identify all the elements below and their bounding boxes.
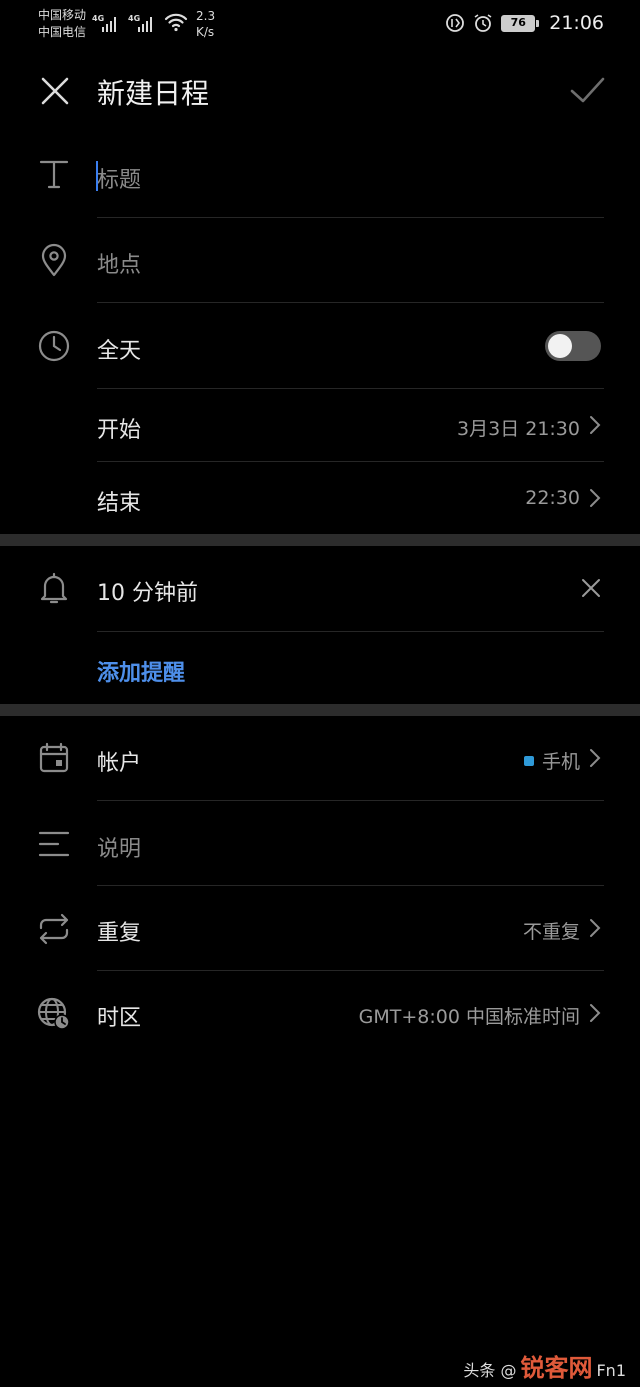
- status-time: 21:06: [549, 12, 604, 34]
- chevron-right-icon: [590, 1004, 601, 1022]
- account-color-dot: [523, 755, 534, 766]
- chevron-right-icon: [590, 749, 601, 767]
- location-input[interactable]: 地点: [97, 247, 141, 279]
- bell-icon: [40, 572, 68, 604]
- carrier-1: 中国移动: [38, 8, 87, 22]
- end-value: 22:30: [525, 487, 580, 509]
- section-separator: [0, 704, 640, 716]
- account-label: 帐户: [97, 751, 142, 776]
- description-lines-icon: [38, 831, 70, 857]
- carrier-2: 中国电信: [38, 25, 87, 39]
- start-value: 3月3日 21:30: [457, 418, 580, 440]
- data-saver-icon: [446, 14, 465, 32]
- end-label: 结束: [97, 491, 142, 516]
- account-value: 手机: [523, 747, 580, 774]
- status-bar: 中国移动 中国电信 4G 4G 2.3 K/s 76 21:06: [38, 7, 604, 41]
- add-reminder-row[interactable]: 添加提醒: [0, 632, 640, 704]
- account-row[interactable]: 帐户 手机: [0, 716, 640, 801]
- app-header: 新建日程: [0, 52, 640, 132]
- alarm-icon: [474, 14, 492, 32]
- close-icon[interactable]: [36, 72, 74, 110]
- location-row[interactable]: 地点: [0, 218, 640, 303]
- wifi-icon: [164, 13, 188, 32]
- network-speed: 2.3 K/s: [196, 9, 216, 39]
- description-row[interactable]: 说明: [0, 801, 640, 886]
- end-time-row[interactable]: 结束 22:30: [0, 462, 640, 534]
- repeat-value: 不重复: [522, 921, 580, 943]
- start-time-row[interactable]: 开始 3月3日 21:30: [0, 389, 640, 461]
- clock-icon: [38, 330, 70, 362]
- repeat-label: 重复: [97, 921, 142, 946]
- timezone-label: 时区: [97, 1006, 142, 1031]
- chevron-right-icon: [590, 489, 601, 507]
- text-title-icon: [39, 160, 69, 189]
- location-pin-icon: [41, 243, 67, 277]
- calendar-icon: [39, 742, 69, 773]
- chevron-right-icon: [590, 919, 601, 937]
- timezone-value: GMT+8:00 中国标准时间: [358, 1006, 580, 1028]
- text-cursor: [96, 161, 98, 191]
- start-label: 开始: [97, 418, 142, 443]
- page-title: 新建日程: [97, 77, 210, 110]
- battery-indicator: 76: [501, 14, 540, 32]
- add-reminder-button[interactable]: 添加提醒: [97, 655, 185, 687]
- title-input[interactable]: 标题: [97, 162, 141, 194]
- watermark: 头条 @ 锐客网 Fn1: [463, 1354, 626, 1382]
- save-check-icon[interactable]: [566, 70, 608, 110]
- reminder-row: 10 分钟前: [0, 546, 640, 631]
- all-day-row: 全天: [0, 303, 640, 388]
- reminder-label: 10 分钟前: [97, 581, 198, 606]
- repeat-icon: [39, 913, 69, 945]
- remove-reminder-icon[interactable]: [580, 577, 602, 599]
- carrier-names: 中国移动 中国电信: [38, 7, 86, 41]
- chevron-right-icon: [590, 416, 601, 434]
- toggle-knob: [548, 334, 572, 358]
- globe-clock-icon: [37, 997, 70, 1030]
- all-day-toggle[interactable]: [545, 331, 601, 361]
- repeat-row[interactable]: 重复 不重复: [0, 886, 640, 971]
- section-separator: [0, 534, 640, 546]
- description-input[interactable]: 说明: [97, 831, 141, 863]
- timezone-row[interactable]: 时区 GMT+8:00 中国标准时间: [0, 971, 640, 1056]
- all-day-label: 全天: [97, 339, 142, 364]
